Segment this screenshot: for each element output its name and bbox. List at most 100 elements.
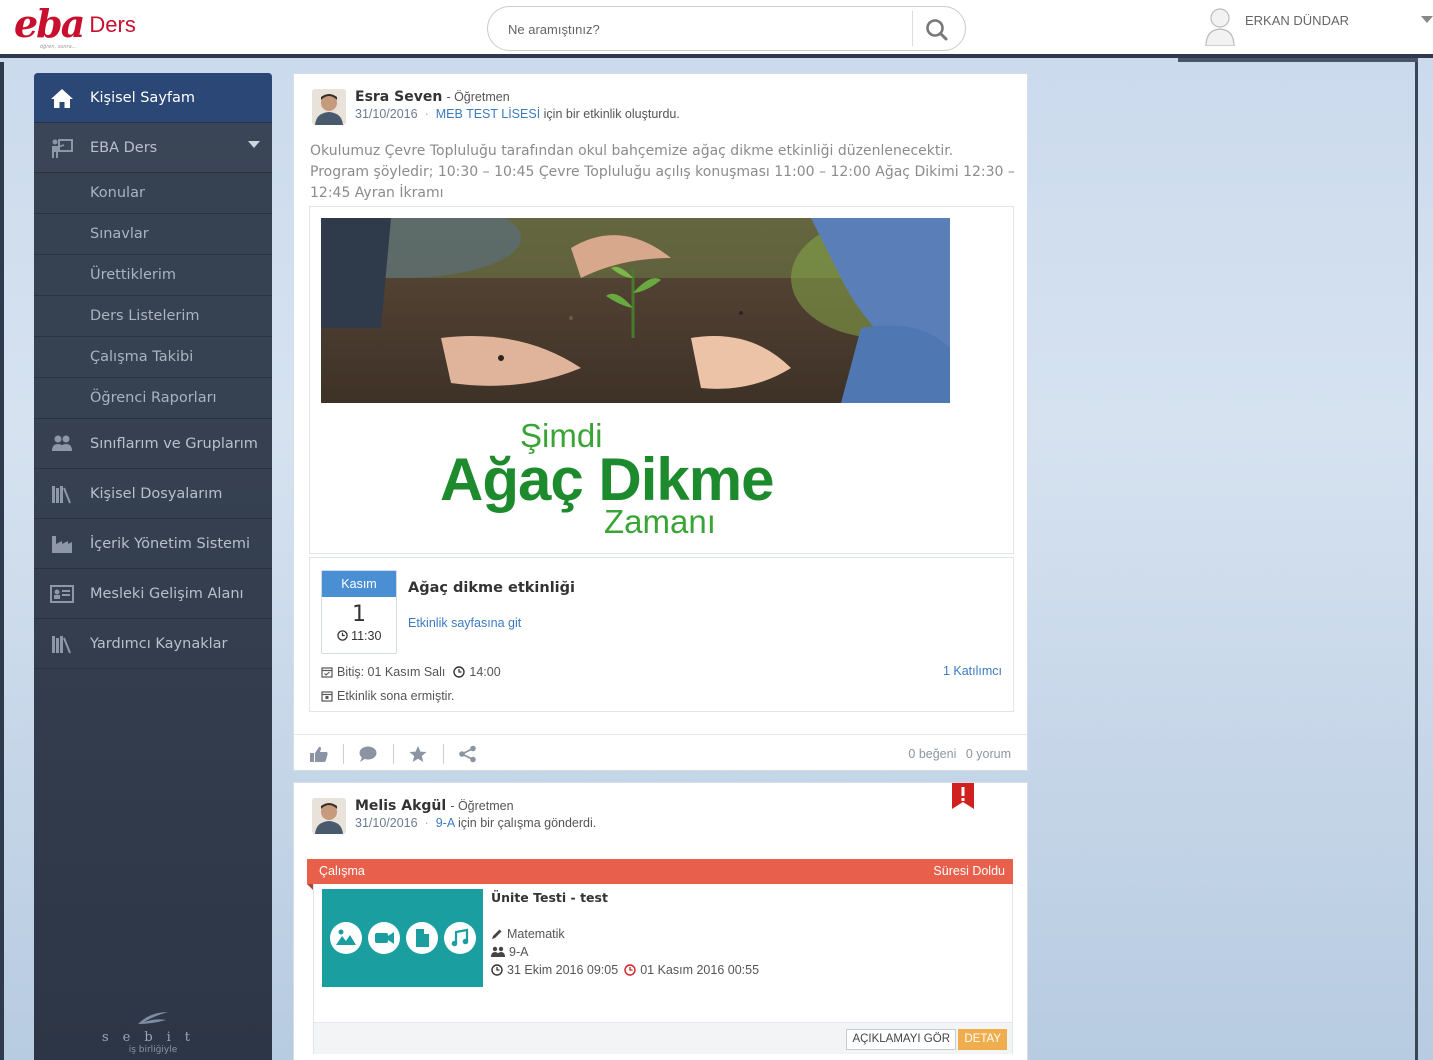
assignment-dates-line: 31 Ekim 2016 09:05 01 Kasım 2016 00:55 <box>491 963 759 977</box>
clock-red-icon <box>624 964 636 976</box>
event-month: Kasım <box>322 571 396 597</box>
likes-count[interactable]: 0 beğeni <box>908 747 956 761</box>
event-calendar-badge: Kasım 1 11:30 <box>321 570 397 654</box>
event-end-time: 14:00 <box>469 665 501 679</box>
like-icon[interactable] <box>309 745 329 763</box>
sidebar-subitem-lesson-lists[interactable]: Ders Listelerim <box>34 296 272 337</box>
post-target-link[interactable]: MEB TEST LİSESİ <box>436 107 540 121</box>
logo-tagline: öğren, sonra... <box>40 44 77 50</box>
search-icon[interactable] <box>924 17 950 43</box>
logo-ders-text: Ders <box>89 12 136 37</box>
comment-icon[interactable] <box>358 745 378 763</box>
search-divider <box>912 11 913 46</box>
detail-button[interactable]: DETAY <box>958 1029 1007 1050</box>
sebit-subtitle: iş birliğiyle <box>128 1045 178 1055</box>
sidebar: Kişisel Sayfam EBA Ders Konular Sınavlar… <box>34 73 272 1060</box>
post-header: Melis Akgül - Öğretmen 31/10/2016 · 9-A iç… <box>312 798 596 834</box>
post-date: 31/10/2016 <box>355 107 418 121</box>
sidebar-item-auxiliary-resources[interactable]: Yardımcı Kaynaklar <box>34 619 272 669</box>
calendar-check-icon <box>321 667 333 678</box>
assignment-type: Çalışma <box>319 864 365 878</box>
search-box <box>487 6 966 51</box>
sidebar-subitem-created[interactable]: Ürettiklerim <box>34 255 272 296</box>
event-participants-link[interactable]: 1 Katılımcı <box>943 664 1002 678</box>
post-action-text: için bir çalışma gönderdi. <box>457 816 597 830</box>
assignment-class-line: 9-A <box>491 945 528 959</box>
author-avatar[interactable] <box>312 798 346 834</box>
sebit-wordmark: sebit <box>101 1030 205 1045</box>
post-header: Esra Seven - Öğretmen 31/10/2016 · MEB TES… <box>312 89 680 125</box>
chevron-down-icon[interactable] <box>1421 16 1433 23</box>
post-body-text: Okulumuz Çevre Topluluğu tarafından okul… <box>310 143 1015 201</box>
clock-icon <box>491 964 503 976</box>
sidebar-item-classes-groups[interactable]: Sınıflarım ve Gruplarım <box>34 419 272 469</box>
sidebar-subitem-exams[interactable]: Sınavlar <box>34 214 272 255</box>
users-icon <box>491 946 505 957</box>
assignment-thumbnail[interactable] <box>322 889 483 987</box>
image-icon <box>329 922 362 954</box>
sidebar-item-label: Kişisel Dosyalarım <box>90 485 223 502</box>
assignment-title[interactable]: Ünite Testi - test <box>491 890 608 905</box>
post-target-link[interactable]: 9-A <box>436 816 455 830</box>
event-end-line: Bitiş: 01 Kasım Salı 14:00 <box>321 665 501 679</box>
event-status-line: Etkinlik sona ermiştir. <box>321 689 454 703</box>
frame-left <box>0 62 4 1060</box>
share-icon[interactable] <box>458 745 478 763</box>
assignment-end: 01 Kasım 2016 00:55 <box>640 963 760 977</box>
sidebar-subitem-study-tracking[interactable]: Çalışma Takibi <box>34 337 272 378</box>
sidebar-item-personal-page[interactable]: Kişisel Sayfam <box>34 73 272 123</box>
assignment-class: 9-A <box>509 945 529 959</box>
separator-dot: · <box>424 816 429 830</box>
view-description-button[interactable]: AÇIKLAMAYI GÖR <box>846 1029 956 1050</box>
post-author-role: - Öğretmen <box>446 90 510 104</box>
sidebar-item-content-management[interactable]: İçerik Yönetim Sistemi <box>34 519 272 569</box>
assignment-subject: Matematik <box>507 927 565 941</box>
action-divider <box>393 744 394 764</box>
user-menu[interactable]: ERKAN DÜNDAR <box>1204 6 1349 46</box>
user-menu-shadow <box>1178 58 1418 62</box>
feed-post-assignment: Melis Akgül - Öğretmen 31/10/2016 · 9-A iç… <box>293 782 1028 1060</box>
post-stats: 0 beğeni 0 yorum <box>902 747 1011 761</box>
music-icon <box>443 922 476 954</box>
event-details: Kasım 1 11:30 Ağaç dikme etkinliği Etkin… <box>309 557 1014 712</box>
tree-planting-photo <box>321 218 950 403</box>
factory-icon <box>49 533 75 555</box>
sidebar-subitem-topics[interactable]: Konular <box>34 173 272 214</box>
event-title[interactable]: Ağaç dikme etkinliği <box>408 580 575 596</box>
home-icon <box>49 87 75 109</box>
frame-right <box>1415 62 1418 1060</box>
sidebar-item-professional-development[interactable]: Mesleki Gelişim Alanı <box>34 569 272 619</box>
star-icon[interactable] <box>408 745 428 763</box>
calendar-icon <box>321 691 333 702</box>
post-author-role: - Öğretmen <box>450 799 514 813</box>
sidebar-subitem-student-reports[interactable]: Öğrenci Raporları <box>34 378 272 419</box>
users-icon <box>49 433 75 455</box>
post-media[interactable]: Şimdi Ağaç Dikme Zamanı <box>309 206 1014 554</box>
pencil-icon <box>492 929 502 939</box>
author-avatar[interactable] <box>312 89 346 125</box>
search-input[interactable] <box>508 19 888 39</box>
clock-icon <box>453 666 466 678</box>
sidebar-item-eba-ders[interactable]: EBA Ders <box>34 123 272 173</box>
sidebar-item-personal-files[interactable]: Kişisel Dosyalarım <box>34 469 272 519</box>
eba-logo[interactable]: eba Ders öğren, sonra... <box>14 4 136 51</box>
chevron-down-icon[interactable] <box>248 141 260 148</box>
event-status: Etkinlik sona ermiştir. <box>337 689 455 703</box>
comments-count[interactable]: 0 yorum <box>966 747 1011 761</box>
post-author[interactable]: Esra Seven <box>355 89 442 105</box>
assignment-subject-line: Matematik <box>491 927 565 941</box>
sidebar-item-label: Mesleki Gelişim Alanı <box>90 585 244 602</box>
action-divider <box>443 744 444 764</box>
assignment-status: Süresi Doldu <box>933 864 1005 878</box>
assignment-header: Çalışma Süresi Doldu <box>307 859 1013 884</box>
post-author[interactable]: Melis Akgül <box>355 798 446 814</box>
video-icon <box>367 922 400 954</box>
action-divider <box>343 744 344 764</box>
important-flag-icon <box>952 783 974 809</box>
user-name: ERKAN DÜNDAR <box>1245 13 1350 28</box>
user-avatar-icon <box>1205 8 1235 46</box>
document-icon <box>405 922 438 954</box>
presentation-icon <box>49 137 75 159</box>
event-page-link[interactable]: Etkinlik sayfasına git <box>408 616 521 630</box>
poster-line-3: Zamanı <box>604 503 716 540</box>
